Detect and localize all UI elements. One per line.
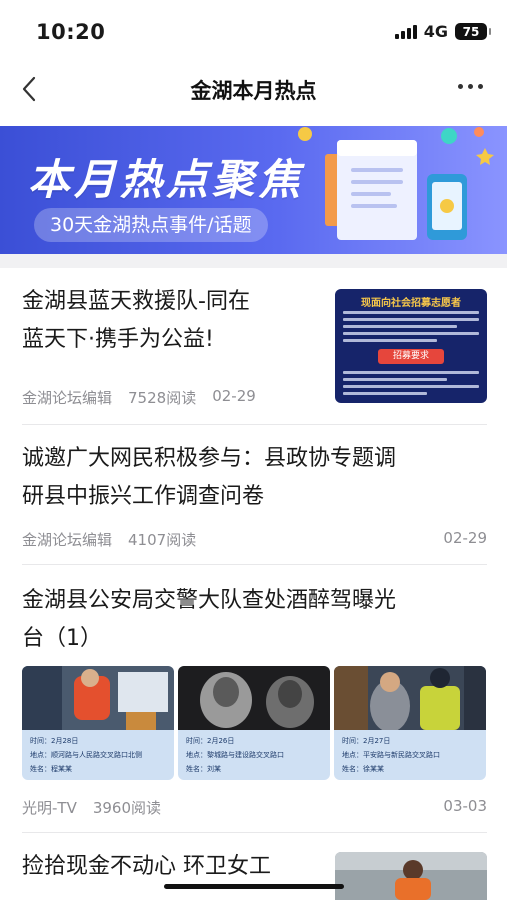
status-time: 10:20 [36, 20, 106, 44]
section-gap [0, 254, 507, 268]
article-title: 诚邀广大网民积极参与：县政协专题调 研县中振兴工作调查问卷 [22, 446, 397, 509]
article-date: 02-29 [212, 387, 256, 405]
photo-image [335, 852, 487, 900]
signal-icon [394, 24, 417, 39]
article-source: 金湖论坛编辑 [22, 531, 113, 549]
article-image[interactable]: 时间：2月28日 地点：顺河路与人民路交叉路口北侧 姓名：程某某 [22, 666, 174, 780]
article-item[interactable]: 金湖县蓝天救援队-同在 蓝天下·携手为公益! [22, 283, 322, 359]
article-image[interactable]: 时间：2月27日 地点：平安路与新民路交叉路口 姓名：徐某某 [334, 666, 486, 780]
page-title: 金湖本月热点 [190, 79, 317, 103]
article-title: 捡拾现金不动心 环卫女工 [22, 854, 271, 879]
banner-subtitle: 30天金湖热点事件/话题 [34, 208, 268, 242]
photo-image [178, 666, 330, 730]
article-image[interactable]: 时间：2月26日 地点：黎城路与建设路交叉路口 姓名：刘某 [178, 666, 330, 780]
article-date: 03-03 [443, 797, 487, 815]
hot-topics-banner[interactable]: 本月热点聚焦 30天金湖热点事件/话题 [0, 126, 507, 254]
article-title: 金湖县蓝天救援队-同在 蓝天下·携手为公益! [22, 289, 250, 352]
article-item[interactable]: 金湖县公安局交警大队查处酒醉驾曝光 台（1） [22, 582, 487, 658]
status-indicators: 4G 75 [394, 22, 491, 41]
article-thumbnail[interactable]: 现面向社会招募志愿者 招募要求 [335, 289, 487, 403]
article-item[interactable]: 捡拾现金不动心 环卫女工 [22, 848, 322, 886]
photo-image [334, 666, 486, 730]
nav-bar: 金湖本月热点 [0, 62, 507, 118]
divider [22, 564, 487, 565]
poster-header: 现面向社会招募志愿者 [361, 298, 461, 309]
chevron-left-icon [22, 76, 36, 102]
photo-image [22, 666, 174, 730]
article-source: 金湖论坛编辑 [22, 389, 113, 407]
article-reads: 4107阅读 [128, 531, 197, 549]
article-meta: 光明-TV 3960阅读 03-03 [22, 797, 487, 818]
article-source: 光明-TV [22, 799, 77, 817]
document-illustration-icon [298, 127, 494, 240]
article-item[interactable]: 诚邀广大网民积极参与：县政协专题调 研县中振兴工作调查问卷 [22, 440, 487, 516]
back-button[interactable] [14, 74, 44, 104]
article-reads: 3960阅读 [92, 799, 162, 817]
battery-level: 75 [462, 24, 480, 39]
home-indicator [164, 884, 344, 889]
article-reads: 7528阅读 [128, 389, 197, 407]
poster-tag: 招募要求 [378, 349, 444, 364]
status-bar: 10:20 4G 75 [0, 0, 507, 62]
battery-icon: 75 [455, 23, 491, 40]
divider [22, 424, 487, 425]
article-meta: 金湖论坛编辑 7528阅读 02-29 [22, 387, 322, 408]
divider [22, 832, 487, 833]
article-meta: 金湖论坛编辑 4107阅读 02-29 [22, 529, 487, 550]
article-date: 02-29 [443, 529, 487, 547]
more-options-icon[interactable] [458, 84, 483, 89]
article-title: 金湖县公安局交警大队查处酒醉驾曝光 台（1） [22, 588, 397, 651]
banner-title: 本月热点聚焦 [28, 155, 305, 204]
article-thumbnail[interactable] [335, 852, 487, 900]
network-label: 4G [423, 22, 448, 41]
